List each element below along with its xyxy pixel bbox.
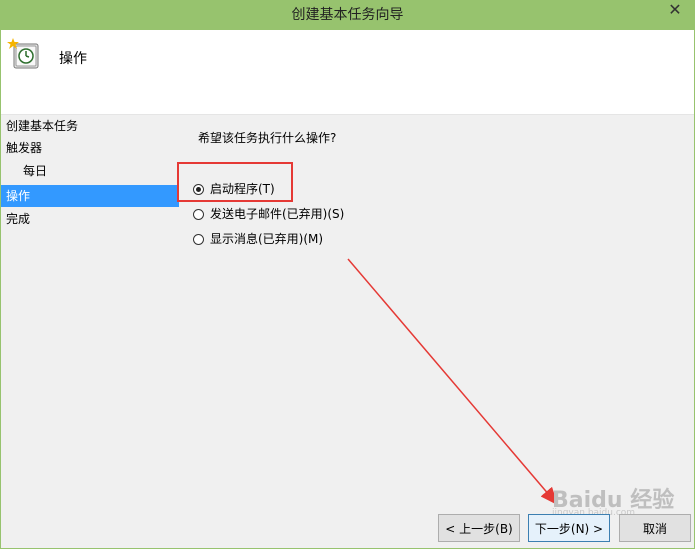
sidebar-item-action[interactable]: 操作 xyxy=(1,185,179,207)
radio-send-email[interactable] xyxy=(193,208,204,220)
option-label: 显示消息(已弃用)(M) xyxy=(210,232,324,246)
back-button[interactable]: < 上一步(B) xyxy=(438,514,520,542)
window-title: 创建基本任务向导 xyxy=(291,7,404,23)
annotation-highlight-box xyxy=(177,162,293,202)
option-send-email[interactable]: 发送电子邮件(已弃用)(S) xyxy=(193,204,344,224)
action-question: 希望该任务执行什么操作? xyxy=(198,131,337,145)
close-button[interactable]: ✕ xyxy=(655,0,695,22)
step-sidebar: 创建基本任务 触发器 每日 操作 完成 xyxy=(1,115,179,548)
clock-icon xyxy=(7,38,39,69)
page-title: 操作 xyxy=(59,51,87,67)
cancel-button[interactable]: 取消 xyxy=(619,514,691,542)
sidebar-item-create-task[interactable]: 创建基本任务 xyxy=(1,115,179,137)
sidebar-item-daily[interactable]: 每日 xyxy=(1,160,179,182)
radio-show-message[interactable] xyxy=(193,233,204,245)
wizard-window: 创建基本任务向导 ✕ 操作 创建基本任务 触发器 每日 操作 完成 希望该任务执… xyxy=(0,0,695,549)
title-bar: 创建基本任务向导 ✕ xyxy=(0,0,695,30)
next-button[interactable]: 下一步(N) > xyxy=(528,514,610,542)
option-label: 发送电子邮件(已弃用)(S) xyxy=(210,207,345,221)
close-icon: ✕ xyxy=(668,2,682,19)
wizard-header: 操作 xyxy=(1,30,694,115)
option-show-message[interactable]: 显示消息(已弃用)(M) xyxy=(193,229,323,249)
sidebar-item-trigger[interactable]: 触发器 xyxy=(1,137,179,159)
sidebar-item-finish[interactable]: 完成 xyxy=(1,208,179,230)
